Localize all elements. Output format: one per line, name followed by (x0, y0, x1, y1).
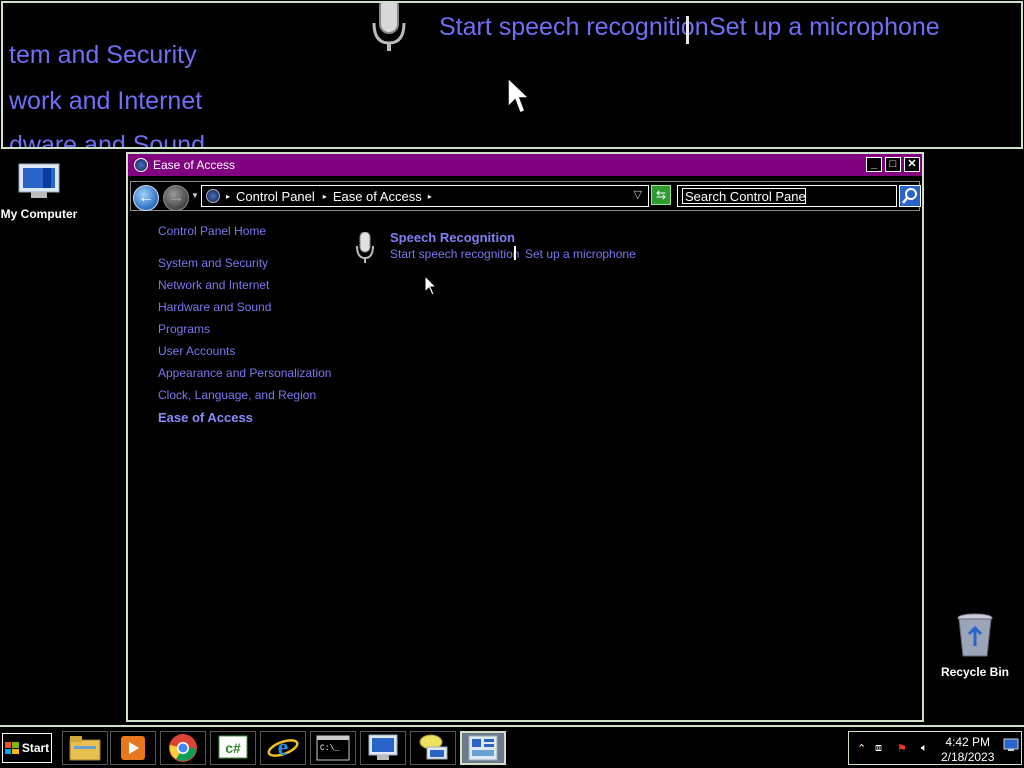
control-panel-window: Ease of Access _ □ ✕ ← → ▼ ▸ Control Pane… (126, 152, 924, 722)
microphone-icon (372, 3, 406, 51)
control-panel-icon (134, 158, 148, 172)
taskbar-file-explorer[interactable] (62, 731, 108, 765)
taskbar: Start c# e C:\_ ⌃ ⧈ ⚑ 🔈︎ 4:42 PM 2/18/20… (0, 725, 1024, 768)
clock[interactable]: 4:42 PM 2/18/2023 (941, 735, 994, 765)
left-navigation: Control Panel Home System and Security N… (158, 224, 331, 433)
close-button[interactable]: ✕ (904, 157, 920, 172)
search-button[interactable] (899, 185, 921, 207)
nav-programs[interactable]: Programs (158, 322, 331, 336)
maximize-button[interactable]: □ (885, 157, 901, 172)
control-panel-icon (468, 735, 498, 761)
address-bar[interactable]: ▸ Control Panel ▸ Ease of Access ▸ ▽ (201, 185, 649, 207)
desktop-icon-recycle-bin[interactable]: Recycle Bin (930, 612, 1020, 679)
nav-control-panel-home[interactable]: Control Panel Home (158, 224, 331, 238)
refresh-icon: ⇆ (655, 188, 667, 202)
mag-setup-mic-link[interactable]: Set up a microphone (709, 13, 940, 42)
refresh-button[interactable]: ⇆ (651, 185, 671, 205)
cursor-icon (424, 275, 438, 296)
taskbar-media-player[interactable] (110, 731, 156, 765)
recycle-bin-label: Recycle Bin (940, 665, 1010, 679)
mag-nav-hardware[interactable]: dware and Sound (9, 131, 205, 147)
mag-separator (686, 16, 689, 44)
recycle-bin-icon (957, 613, 993, 657)
speech-recognition-title[interactable]: Speech Recognition (390, 230, 515, 245)
network-chat-icon (419, 734, 448, 760)
breadcrumb-ease-of-access[interactable]: ▸ Ease of Access ▸ (323, 189, 438, 204)
nav-hardware-and-sound[interactable]: Hardware and Sound (158, 300, 331, 314)
control-panel-icon (206, 189, 220, 203)
recent-pages-dropdown[interactable]: ▼ (191, 191, 199, 200)
action-center-flag-icon[interactable]: ⚑ (897, 742, 907, 755)
show-desktop-icon[interactable] (1003, 738, 1019, 755)
mag-start-speech-link[interactable]: Start speech recognition (439, 13, 709, 42)
taskbar-chrome[interactable] (160, 731, 206, 765)
my-computer-icon (18, 163, 60, 198)
mag-nav-system[interactable]: tem and Security (9, 41, 197, 70)
system-tray: ⌃ ⧈ ⚑ 🔈︎ 4:42 PM 2/18/2023 (848, 731, 1022, 765)
window-titlebar[interactable]: Ease of Access _ □ ✕ (128, 154, 922, 176)
cursor-icon (507, 77, 531, 114)
forward-button[interactable]: → (163, 185, 189, 211)
magnifier-lens: Start speech recognition Set up a microp… (1, 1, 1023, 149)
set-up-microphone-link[interactable]: Set up a microphone (525, 247, 636, 261)
csharp-icon: c# (218, 735, 248, 759)
chevron-right-icon: ▸ (427, 191, 432, 201)
minimize-button[interactable]: _ (866, 157, 882, 172)
windows-logo-icon (4, 742, 19, 754)
svg-text:c#: c# (225, 740, 241, 756)
arrow-right-icon: → (168, 189, 184, 206)
address-history-dropdown[interactable]: ▽ (634, 188, 642, 201)
navigation-toolbar: ← → ▼ ▸ Control Panel ▸ Ease of Access ▸ ▽ … (130, 181, 921, 211)
search-icon (902, 188, 917, 204)
taskbar-my-computer[interactable] (360, 731, 406, 765)
nav-system-and-security[interactable]: System and Security (158, 256, 331, 270)
start-speech-recognition-link[interactable]: Start speech recognition (390, 247, 519, 261)
clock-time: 4:42 PM (945, 735, 991, 749)
search-input[interactable] (682, 188, 806, 204)
svg-text:C:\_: C:\_ (320, 744, 339, 753)
nav-clock-language-region[interactable]: Clock, Language, and Region (158, 388, 331, 402)
volume-icon[interactable]: 🔈︎ (921, 742, 928, 755)
my-computer-icon (368, 734, 398, 760)
start-button[interactable]: Start (2, 733, 52, 763)
chrome-icon (169, 734, 197, 762)
network-icon[interactable]: ⧈ (875, 742, 882, 755)
link-separator (514, 246, 516, 260)
taskbar-csharp[interactable]: c# (210, 731, 256, 765)
nav-network-and-internet[interactable]: Network and Internet (158, 278, 331, 292)
breadcrumb-control-panel[interactable]: ▸ Control Panel (226, 189, 315, 204)
search-box[interactable] (677, 185, 897, 207)
chevron-right-icon: ▸ (322, 191, 327, 201)
chevron-right-icon: ▸ (226, 191, 231, 201)
start-label: Start (21, 741, 50, 755)
nav-appearance[interactable]: Appearance and Personalization (158, 366, 331, 380)
back-button[interactable]: ← (133, 185, 159, 211)
nav-user-accounts[interactable]: User Accounts (158, 344, 331, 358)
window-title: Ease of Access (153, 158, 236, 172)
internet-explorer-icon: e (267, 735, 299, 761)
command-prompt-icon: C:\_ (316, 735, 350, 761)
taskbar-network-chat[interactable] (410, 731, 456, 765)
taskbar-command-prompt[interactable]: C:\_ (310, 731, 356, 765)
file-explorer-icon (69, 736, 101, 761)
desktop-icon-my-computer[interactable]: My Computer (0, 162, 84, 221)
show-hidden-icons-icon[interactable]: ⌃ (857, 742, 866, 755)
svg-text:e: e (278, 735, 289, 761)
arrow-left-icon: ← (138, 189, 154, 206)
media-player-icon (121, 736, 145, 760)
nav-ease-of-access: Ease of Access (158, 410, 253, 425)
clock-date: 2/18/2023 (941, 750, 995, 764)
my-computer-label: My Computer (0, 207, 78, 221)
mag-nav-network[interactable]: work and Internet (9, 87, 202, 116)
microphone-icon (356, 232, 374, 263)
taskbar-internet-explorer[interactable]: e (260, 731, 306, 765)
taskbar-control-panel[interactable] (460, 731, 506, 765)
